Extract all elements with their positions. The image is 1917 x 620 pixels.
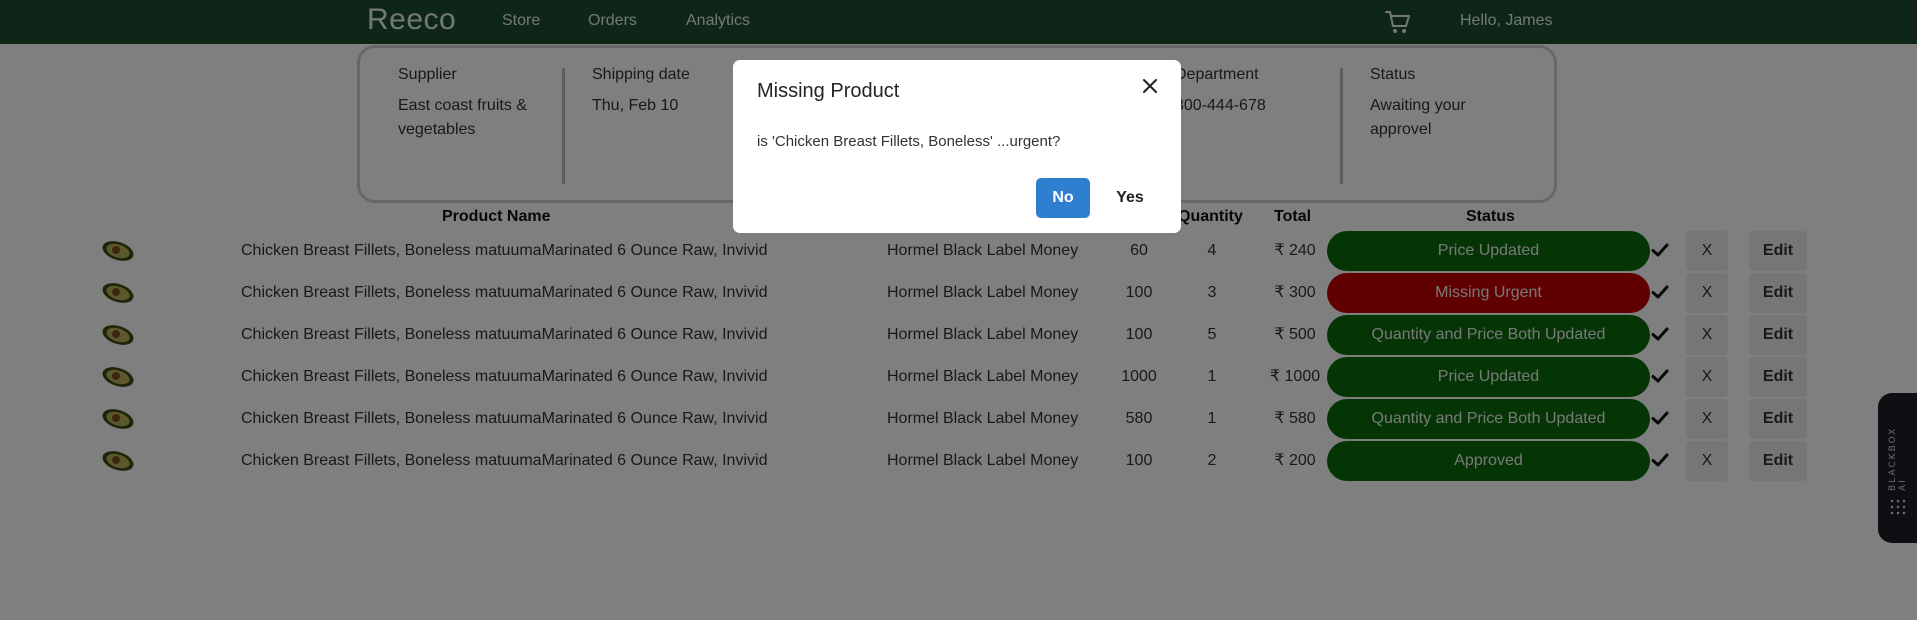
close-icon[interactable] [1138,74,1162,98]
dialog-message: is 'Chicken Breast Fillets, Boneless' ..… [757,133,1061,150]
no-button[interactable]: No [1036,178,1090,218]
dialog-title: Missing Product [757,80,900,102]
missing-product-dialog: Missing Product is 'Chicken Breast Fille… [733,60,1181,233]
yes-button[interactable]: Yes [1103,178,1157,218]
